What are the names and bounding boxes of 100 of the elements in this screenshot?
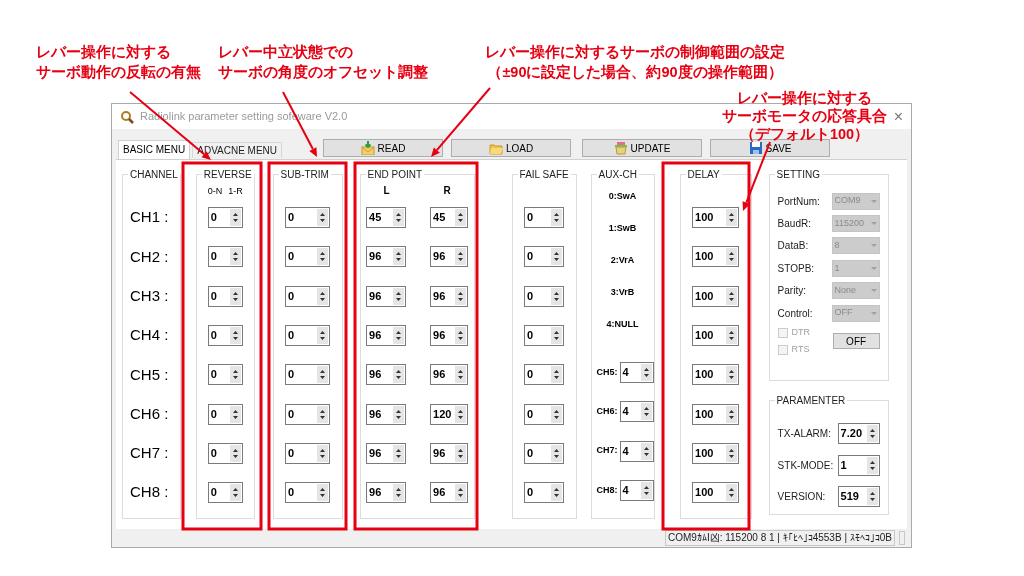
channel-label: CH2 : — [130, 246, 169, 267]
spinner-icon — [728, 290, 736, 302]
spin-box[interactable]: 100 — [692, 403, 740, 425]
aux-channel-label: CH5: — [596, 365, 618, 379]
spin-box[interactable]: 0 — [524, 482, 565, 504]
spinner-icon — [728, 251, 736, 263]
spin-box[interactable]: 7.20 — [837, 423, 880, 445]
spin-box[interactable]: 96 — [366, 442, 407, 464]
annotation-text: サーボ動作の反転の有無 — [36, 63, 201, 82]
spin-box[interactable]: 0 — [524, 246, 565, 268]
spin-box[interactable]: 0 — [285, 403, 331, 425]
caret-icon — [870, 266, 877, 270]
spin-box[interactable]: 0 — [207, 442, 243, 464]
spin-box[interactable]: 96 — [430, 364, 469, 386]
caret-icon — [870, 289, 877, 293]
spinner-icon — [395, 447, 403, 459]
aux-channel-label: CH8: — [596, 483, 618, 497]
spin-box[interactable]: 0 — [524, 364, 565, 386]
spin-box[interactable]: 0 — [285, 246, 331, 268]
spin-box[interactable]: 96 — [366, 364, 407, 386]
off-button[interactable]: OFF — [832, 333, 880, 350]
spin-box[interactable]: 96 — [366, 285, 407, 307]
spin-box[interactable]: 0 — [207, 482, 243, 504]
spin-box[interactable]: 4 — [619, 401, 654, 423]
spin-box[interactable]: 100 — [692, 207, 740, 229]
spin-box[interactable]: 0 — [207, 403, 243, 425]
field-label: Parity: — [777, 284, 806, 299]
field-label: STK-MODE: — [777, 458, 834, 473]
spin-box[interactable]: 519 — [837, 486, 880, 508]
spin-box[interactable]: 4 — [619, 480, 654, 502]
aux-legend-item: 1:SwB — [608, 222, 637, 235]
spin-box[interactable]: 96 — [430, 246, 469, 268]
aux-legend-item: 0:SwA — [608, 190, 637, 203]
field-label: VERSION: — [777, 490, 826, 505]
spin-box[interactable]: 4 — [619, 362, 654, 384]
spin-box[interactable]: 0 — [207, 207, 243, 229]
spin-box[interactable]: 0 — [524, 403, 565, 425]
field-label: DataB: — [777, 239, 809, 254]
spin-box[interactable]: 4 — [619, 440, 654, 462]
spin-box[interactable]: 0 — [207, 246, 243, 268]
spin-box[interactable]: 100 — [692, 482, 740, 504]
aux-legend-item: 2:VrA — [610, 254, 635, 267]
spin-box[interactable]: 100 — [692, 246, 740, 268]
spin-box[interactable]: 0 — [285, 285, 331, 307]
spinner-icon — [728, 369, 736, 381]
spin-box[interactable]: 0 — [285, 325, 331, 347]
spin-box[interactable]: 1 — [837, 454, 880, 476]
aux-channel-label: CH7: — [596, 444, 618, 458]
tab[interactable]: BASIC MENU — [118, 140, 191, 159]
spinner-icon — [319, 290, 327, 302]
spin-box[interactable]: 0 — [207, 285, 243, 307]
channel-label: CH5 : — [130, 364, 169, 385]
spinner-icon — [642, 445, 650, 457]
group-title: SETTING — [775, 168, 821, 182]
spin-box[interactable]: 0 — [524, 285, 565, 307]
spin-box[interactable]: 96 — [430, 285, 469, 307]
toolbar-button[interactable]: UPDATE — [582, 139, 702, 157]
spin-box[interactable]: 100 — [692, 364, 740, 386]
toolbar-button[interactable]: LOAD — [451, 139, 571, 157]
spin-box[interactable]: 0 — [524, 325, 565, 347]
spin-box[interactable]: 96 — [430, 325, 469, 347]
spin-box[interactable]: 96 — [366, 403, 407, 425]
spinner-icon — [457, 212, 465, 224]
field-label: STOPB: — [777, 261, 815, 276]
close-button[interactable]: × — [893, 108, 903, 125]
field-label: PortNum: — [777, 194, 820, 209]
spin-box[interactable]: 0 — [524, 442, 565, 464]
basket-icon — [613, 141, 628, 155]
column-label: 0-N — [207, 184, 223, 198]
spinner-icon — [395, 330, 403, 342]
magnifier-icon — [120, 109, 134, 124]
spin-box[interactable]: 45 — [430, 207, 469, 229]
spinner-icon — [319, 487, 327, 499]
spin-box[interactable]: 100 — [692, 325, 740, 347]
spin-box[interactable]: 100 — [692, 442, 740, 464]
spinner-icon — [553, 251, 561, 263]
spin-box[interactable]: 96 — [366, 482, 407, 504]
spin-box[interactable]: 0 — [524, 207, 565, 229]
spin-box[interactable]: 96 — [430, 442, 469, 464]
spin-box[interactable]: 0 — [285, 364, 331, 386]
spin-box[interactable]: 0 — [285, 207, 331, 229]
group-title: DELAY — [686, 168, 721, 182]
spin-box[interactable]: 0 — [285, 442, 331, 464]
spinner-icon — [553, 408, 561, 420]
caret-icon — [870, 311, 877, 315]
spin-box[interactable]: 120 — [430, 403, 469, 425]
spin-box[interactable]: 0 — [207, 364, 243, 386]
spin-box[interactable]: 96 — [366, 246, 407, 268]
spin-box[interactable]: 96 — [430, 482, 469, 504]
spin-box[interactable]: 100 — [692, 285, 740, 307]
spinner-icon — [728, 212, 736, 224]
spin-box[interactable]: 0 — [285, 482, 331, 504]
toolbar-button[interactable]: READ — [323, 139, 443, 157]
spin-box[interactable]: 45 — [366, 207, 407, 229]
spin-box[interactable]: 0 — [207, 325, 243, 347]
spinner-icon — [457, 330, 465, 342]
aux-channel-label: CH6: — [596, 405, 618, 419]
spinner-icon — [395, 251, 403, 263]
spin-box[interactable]: 96 — [366, 325, 407, 347]
checkbox-label: DTR — [791, 326, 811, 340]
